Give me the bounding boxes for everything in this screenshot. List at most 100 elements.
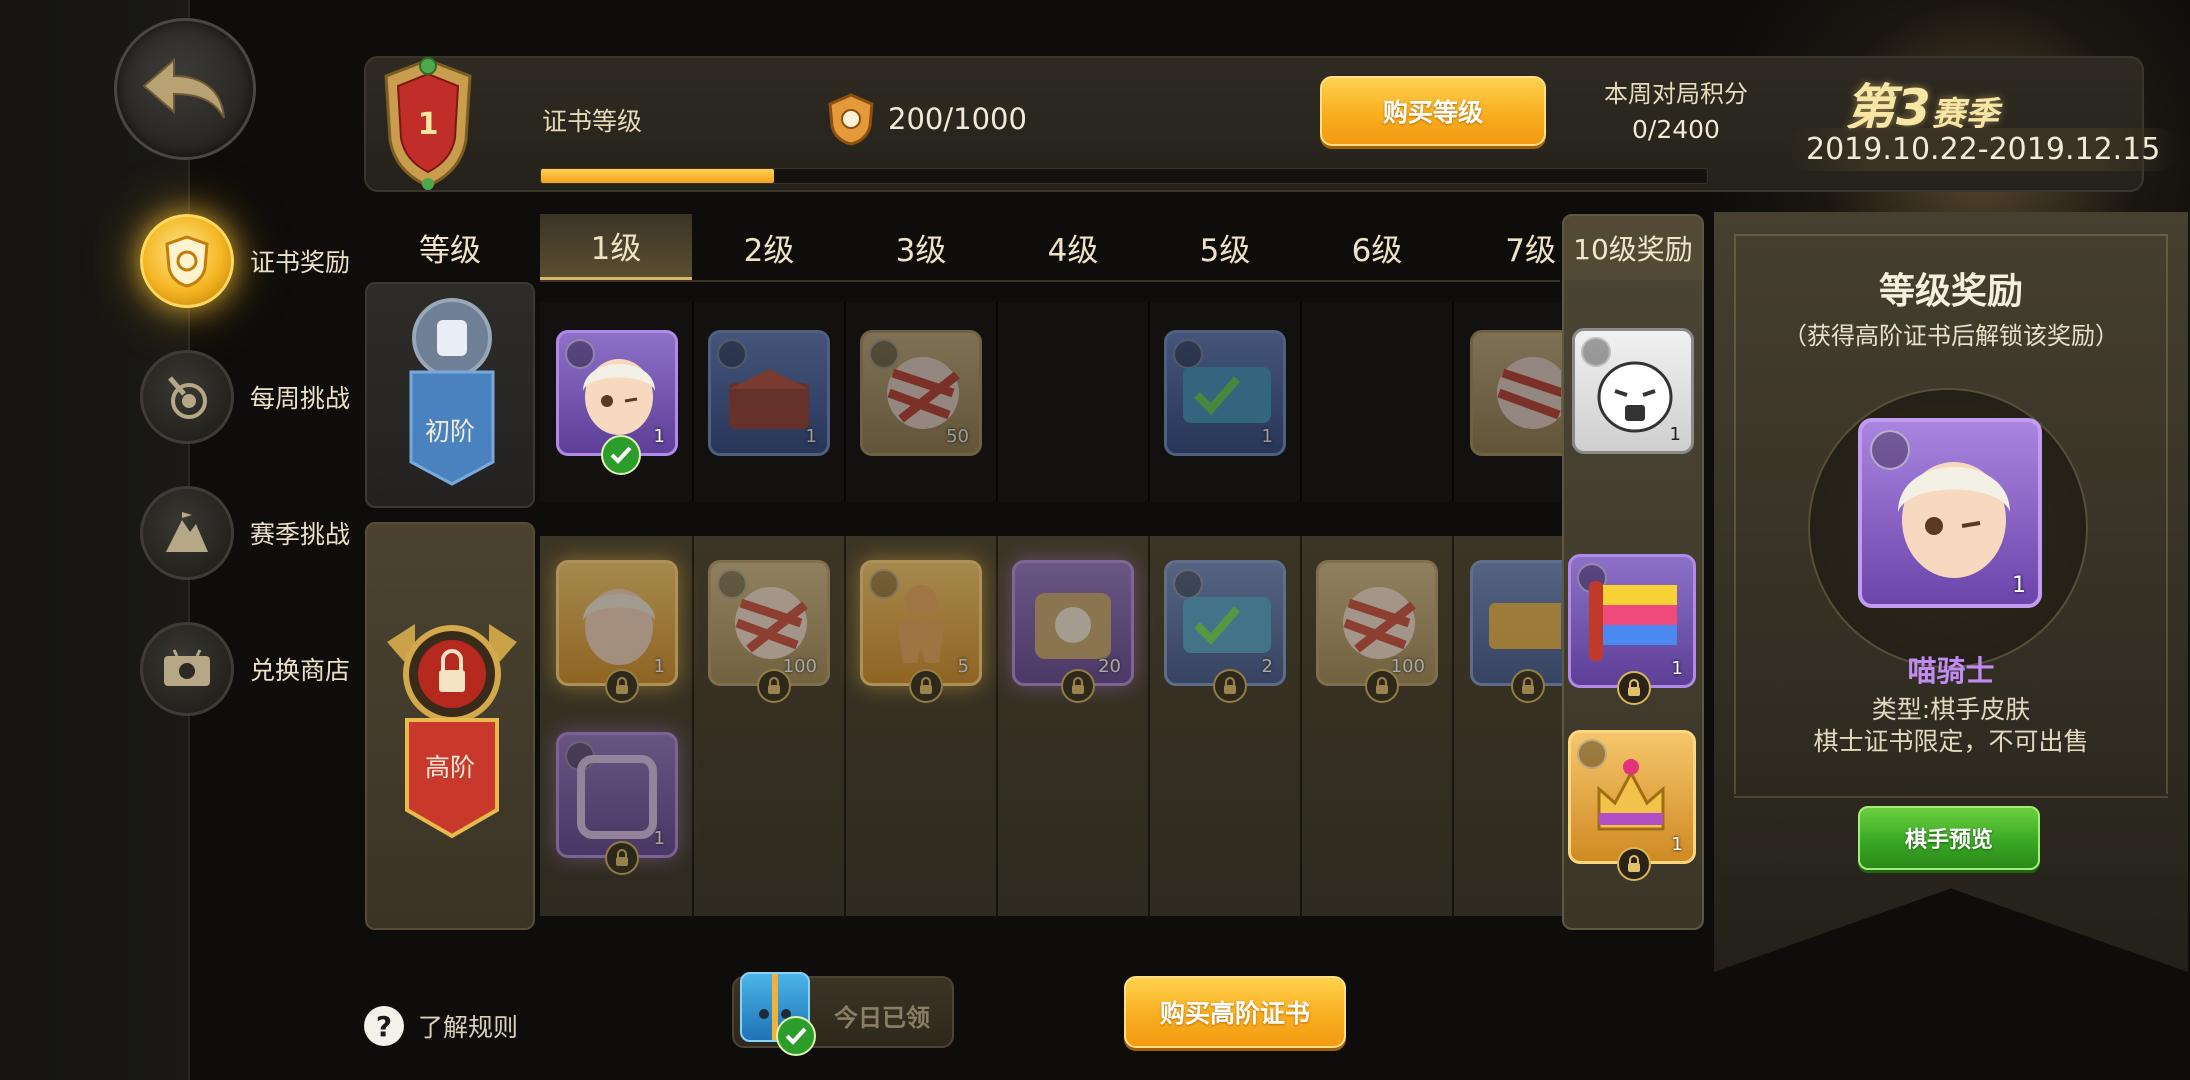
reward-qty: 1 (805, 426, 817, 447)
reward-card-chest[interactable]: 1 (708, 330, 830, 456)
reward-qty: 1 (1671, 834, 1683, 855)
sidebar-item-exchange-shop[interactable]: 兑换商店 (140, 622, 350, 716)
certificate-shield-icon (140, 214, 234, 308)
daily-reward-claimed[interactable]: 今日已领 (732, 972, 954, 1056)
sidebar-item-label: 证书奖励 (250, 248, 351, 277)
reward-qty: 100 (1390, 656, 1425, 677)
level-tab-4[interactable]: 4级 (998, 214, 1148, 280)
free-tier-text: 初阶 (424, 417, 475, 446)
reward-card-gingerbread[interactable]: 5 (860, 560, 982, 703)
claimed-check-icon (601, 435, 641, 475)
cert-level-label: 证书等级 (542, 107, 643, 136)
mountain-flag-icon (140, 486, 234, 580)
sidebar-item-weekly-challenge[interactable]: 每周挑战 (140, 350, 350, 444)
exp-display: 200/1000 (824, 92, 1027, 146)
level-tab-3[interactable]: 3级 (846, 214, 996, 280)
level-tab-6[interactable]: 6级 (1302, 214, 1452, 280)
back-button[interactable] (114, 18, 256, 160)
rank-number: 1 (418, 107, 439, 142)
sidebar-item-label: 每周挑战 (250, 384, 351, 413)
question-icon: ? (364, 1006, 404, 1046)
free-tier-banner-icon (409, 298, 495, 486)
level-tab-7[interactable]: 7级 (1454, 214, 1560, 280)
reward-qty: 1 (1261, 426, 1273, 447)
column-divider (844, 536, 846, 916)
column-divider (692, 536, 694, 916)
column-divider (1300, 302, 1302, 502)
reward-card-emote[interactable]: 20 (1012, 560, 1134, 703)
sidebar-item-season-challenge[interactable]: 赛季挑战 (140, 486, 350, 580)
buy-premium-certificate-button[interactable]: 购买高阶证书 (1124, 976, 1346, 1048)
target-hand-icon (140, 350, 234, 444)
weekly-points: 本周对局积分 0/2400 (1576, 74, 1776, 144)
reward-qty: 1 (653, 828, 665, 849)
reward-type: 类型:棋手皮肤 (1871, 695, 2031, 724)
lock-icon (909, 669, 943, 703)
paid-tier-text: 高阶 (424, 753, 475, 782)
reward-card-premium-skin[interactable]: 1 (556, 560, 678, 703)
lock-icon (1617, 671, 1651, 705)
column-divider (1300, 536, 1302, 916)
exp-badge-icon (828, 93, 874, 146)
weekly-points-value: 0/2400 (1632, 115, 1720, 144)
golden-ticket-icon (1489, 603, 1561, 649)
lock-icon (1365, 669, 1399, 703)
column-divider (1452, 536, 1454, 916)
reward-card-candy[interactable]: 100 (708, 560, 830, 703)
reward-card-candy[interactable]: 100 (1316, 560, 1438, 703)
reward-card-level10-rainbow[interactable]: 1 (1568, 554, 1696, 705)
column-divider (996, 536, 998, 916)
header-divider (540, 280, 1560, 282)
lock-icon (605, 669, 639, 703)
reward-card-card-ticket[interactable]: 1 (1164, 330, 1286, 456)
exp-progress-bar (540, 168, 1708, 184)
exp-value: 200/1000 (888, 102, 1027, 136)
column-divider (1452, 302, 1454, 502)
ticket-shop-icon (140, 622, 234, 716)
free-reward-row (540, 302, 1564, 502)
reward-qty: 1 (1671, 658, 1683, 679)
paid-tier-label: 高阶 (365, 522, 535, 930)
column-divider (996, 302, 998, 502)
free-tier-label: 初阶 (365, 282, 535, 508)
column-divider (692, 302, 694, 502)
paid-tier-banner-icon (387, 624, 517, 839)
season-dates: 2019.10.22-2019.12.15 (1788, 128, 2179, 171)
reward-card-ticket-partial[interactable] (1470, 560, 1562, 703)
level10-header: 10级奖励 (1564, 216, 1702, 280)
reward-qty: 1 (2012, 573, 2026, 598)
column-divider (1148, 536, 1150, 916)
reward-qty: 1 (653, 656, 665, 677)
daily-claimed-label: 今日已领 (834, 1004, 930, 1032)
level-tab-5[interactable]: 5级 (1150, 214, 1300, 280)
rules-link[interactable]: ? 了解规则 (364, 1006, 518, 1046)
lock-icon (757, 669, 791, 703)
reward-card-candy[interactable]: 50 (860, 330, 982, 456)
reward-name: 喵骑士 (1907, 654, 1995, 688)
sidebar-item-certificate-reward[interactable]: 证书奖励 (140, 214, 350, 308)
reward-card-level10-emote[interactable]: 1 (1572, 328, 1694, 454)
preview-button[interactable]: 棋手预览 (1858, 806, 2040, 870)
reward-qty: 1 (653, 426, 665, 447)
reward-card-level10-crown[interactable]: 1 (1568, 730, 1696, 881)
level-tab-2[interactable]: 2级 (694, 214, 844, 280)
reward-card-cat-knight[interactable]: 1 (556, 330, 678, 475)
detail-divider (1734, 796, 2168, 798)
sidebar-item-label: 兑换商店 (250, 656, 351, 685)
reward-card-card-ticket[interactable]: 2 (1164, 560, 1286, 703)
rules-label: 了解规则 (418, 1013, 519, 1042)
lock-icon (1617, 847, 1651, 881)
buy-level-button[interactable]: 购买等级 (1320, 76, 1546, 146)
reward-card-avatar-frame[interactable]: 1 (556, 732, 678, 875)
lock-icon (605, 841, 639, 875)
lock-icon (1511, 669, 1545, 703)
lock-icon (1213, 669, 1247, 703)
claimed-check-icon (776, 1016, 816, 1056)
exp-progress-fill (541, 169, 775, 183)
level-column-header: 等级 (419, 232, 481, 269)
reward-qty: 20 (1098, 656, 1121, 677)
weekly-points-title: 本周对局积分 (1604, 80, 1748, 108)
level-tab-1[interactable]: 1级 (540, 214, 692, 280)
reward-card-candy-partial[interactable] (1470, 330, 1562, 456)
back-arrow-icon (142, 57, 225, 119)
